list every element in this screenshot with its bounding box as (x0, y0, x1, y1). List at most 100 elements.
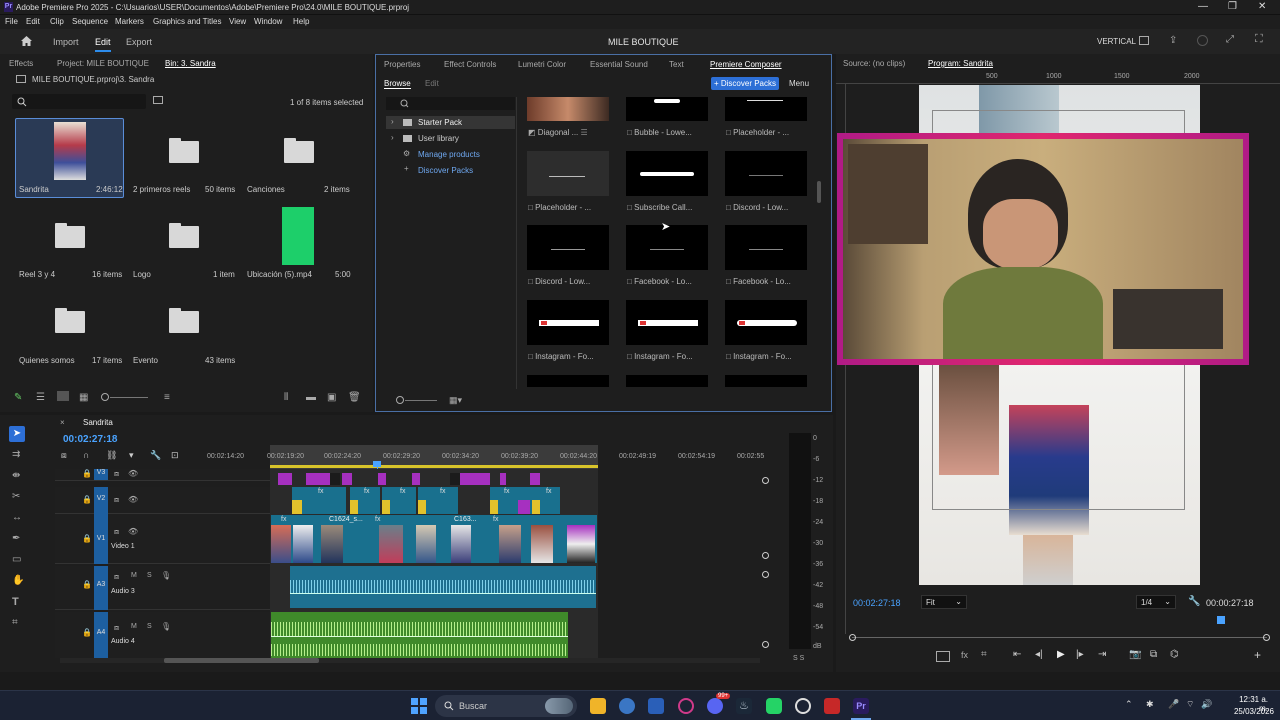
rectangle-icon[interactable]: ▭ (12, 554, 21, 565)
fx-icon[interactable]: fx (961, 650, 968, 660)
type-tool-icon[interactable]: T (12, 596, 19, 608)
track-id[interactable]: A4 (94, 612, 108, 658)
tab-lumetri[interactable]: Lumetri Color (518, 60, 566, 69)
nav-import[interactable]: Import (53, 37, 79, 47)
nav-edit[interactable]: Edit (95, 37, 111, 52)
video-clip[interactable]: fx (518, 487, 560, 514)
item-name[interactable]: 2 primeros reels (133, 185, 190, 194)
template-thumbnail[interactable] (527, 225, 609, 270)
v-scroll-handle[interactable] (762, 552, 769, 559)
add-marker-icon[interactable]: ▾ (129, 450, 134, 461)
item-name[interactable]: Evento (133, 356, 158, 365)
tab-effect-controls[interactable]: Effect Controls (444, 60, 496, 69)
tree-item-starter-pack[interactable]: › Starter Pack (386, 116, 515, 129)
video-clip[interactable] (342, 473, 352, 485)
nav-export[interactable]: Export (126, 37, 152, 47)
scrubber-start[interactable] (849, 634, 856, 641)
marker-icon[interactable]: ⌗ (981, 649, 987, 660)
template-thumbnail[interactable] (725, 151, 807, 196)
lock-icon[interactable]: 🔒 (82, 628, 92, 637)
video-clip[interactable] (278, 473, 292, 485)
tree-item-manage-products[interactable]: ⚙ Manage products (386, 148, 515, 161)
video-app-icon[interactable] (824, 698, 840, 714)
freeform-view-icon[interactable]: ▦ (79, 392, 88, 403)
video-clip[interactable] (378, 473, 386, 485)
playhead-timecode[interactable]: 00:02:27:18 (853, 598, 901, 608)
tab-source[interactable]: Source: (no clips) (843, 59, 905, 68)
video-clip[interactable]: fx (292, 487, 346, 514)
fit-dropdown[interactable]: Fit ⌄ (921, 595, 967, 609)
tab-premiere-composer[interactable]: Premiere Composer (710, 60, 782, 69)
template-thumbnail[interactable] (527, 151, 609, 196)
search-input[interactable] (12, 94, 146, 109)
menu-sequence[interactable]: Sequence (72, 17, 108, 26)
app-icon[interactable] (678, 698, 694, 714)
menu-dropdown[interactable]: Menu (789, 79, 809, 88)
template-thumbnail[interactable] (626, 97, 708, 121)
track-id[interactable]: V2 (94, 487, 108, 514)
track-id[interactable]: A3 (94, 566, 108, 610)
solo-labels[interactable]: S S (793, 655, 804, 662)
settings-icon[interactable] (619, 698, 635, 714)
sync-icon[interactable]: ⧈ (114, 572, 119, 582)
video-clip[interactable] (530, 473, 540, 485)
track-id[interactable]: V1 (94, 514, 108, 564)
template-thumbnail[interactable] (725, 225, 807, 270)
home-icon[interactable] (20, 35, 33, 47)
tab-program[interactable]: Program: Sandrita (928, 59, 993, 68)
discover-packs-button[interactable]: + Discover Packs (711, 77, 779, 90)
workspace-icon[interactable] (1139, 36, 1149, 45)
track-id[interactable]: V3 (94, 469, 108, 480)
template-thumbnail[interactable] (725, 375, 807, 387)
timeline-timecode[interactable]: 00:02:27:18 (63, 434, 117, 445)
compare-icon[interactable]: ⧉ (1150, 649, 1157, 660)
size-slider-track[interactable] (405, 400, 437, 401)
file-explorer-icon[interactable] (590, 698, 606, 714)
zoom-slider-track[interactable] (110, 397, 148, 398)
wifi-icon[interactable]: ⌔ (1186, 699, 1194, 710)
safe-margins-icon[interactable] (936, 651, 950, 662)
sync-icon[interactable]: ⧈ (114, 623, 119, 633)
whatsapp-icon[interactable] (766, 698, 782, 714)
v-scroll-handle[interactable] (762, 571, 769, 578)
video-clip[interactable] (450, 473, 460, 485)
microphone-icon[interactable]: 🎙 (161, 571, 171, 580)
meet-icon[interactable]: 🎤 (1168, 699, 1179, 710)
mute-button[interactable]: M (131, 572, 137, 579)
scrubber-track[interactable] (852, 637, 1267, 638)
menu-window[interactable]: Window (254, 17, 282, 26)
step-forward-icon[interactable]: |▸ (1076, 649, 1084, 660)
menu-graphics[interactable]: Graphics and Titles (153, 17, 221, 26)
video-clip[interactable] (460, 473, 490, 485)
template-thumbnail[interactable] (626, 300, 708, 345)
template-thumbnail[interactable] (626, 151, 708, 196)
share-icon[interactable]: ⇪ (1169, 35, 1177, 46)
tree-item-discover-packs[interactable]: + Discover Packs (386, 164, 515, 177)
grid-size-icon[interactable]: ▦▾ (449, 395, 462, 406)
menu-file[interactable]: File (5, 17, 18, 26)
captions-icon[interactable]: ⊡ (171, 450, 179, 461)
audio-clip[interactable] (290, 566, 596, 608)
linked-icon[interactable]: ⛓ (106, 450, 117, 461)
video-clip[interactable] (330, 473, 340, 485)
sync-icon[interactable]: ⧈ (114, 469, 119, 479)
ripple-edit-icon[interactable]: ⇼ (12, 470, 20, 481)
chevron-up-icon[interactable]: ⌃ (1125, 699, 1133, 710)
go-to-out-icon[interactable]: ⇥ (1098, 649, 1106, 660)
new-bin-icon[interactable] (153, 96, 163, 104)
tab-text[interactable]: Text (669, 60, 684, 69)
h-scrollbar-thumb[interactable] (164, 658, 319, 663)
video-clip[interactable]: fx (490, 487, 518, 514)
workspace-label[interactable]: VERTICAL (1097, 37, 1136, 46)
video-clip-main[interactable]: C1624_s... C163... fx fx fx (271, 515, 597, 563)
solo-button[interactable]: S (147, 572, 152, 579)
chrome-icon[interactable] (795, 698, 811, 714)
quality-dropdown[interactable]: 1/4 ⌄ (1136, 595, 1176, 609)
subtab-edit[interactable]: Edit (425, 79, 439, 88)
video-clip[interactable] (412, 473, 420, 485)
menu-help[interactable]: Help (293, 17, 309, 26)
tab-properties[interactable]: Properties (384, 60, 420, 69)
template-thumbnail[interactable] (527, 300, 609, 345)
item-name[interactable]: Reel 3 y 4 (19, 270, 55, 279)
playhead-marker[interactable] (1217, 616, 1225, 624)
